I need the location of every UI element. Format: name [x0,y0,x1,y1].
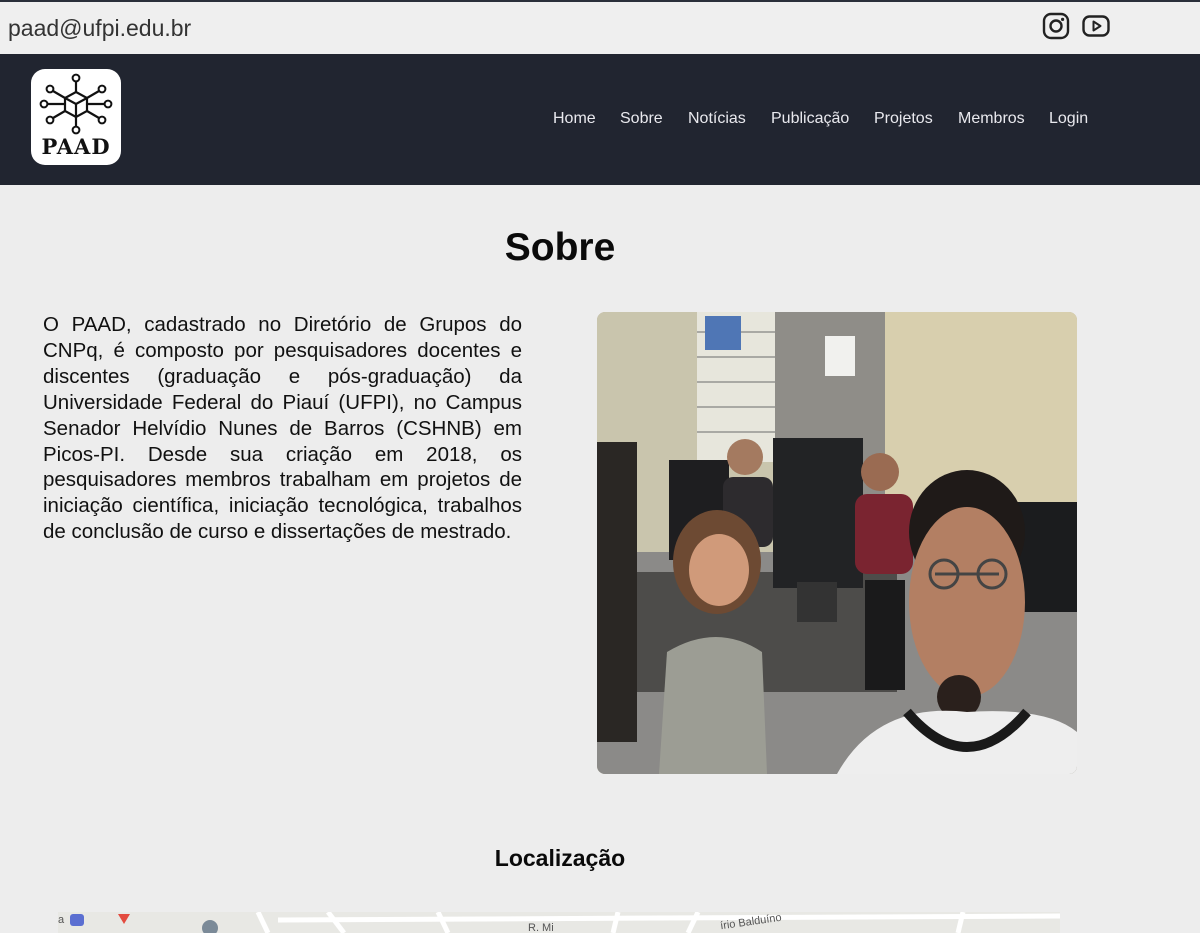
main-navbar: PAAD Home Sobre Notícias Publicação Proj… [0,54,1200,185]
youtube-icon[interactable] [1082,12,1110,40]
nav-publicacao[interactable]: Publicação [771,110,849,128]
group-photo [597,312,1077,774]
nav-membros[interactable]: Membros [958,110,1025,128]
logo-text: PAAD [41,134,111,159]
about-paragraph: O PAAD, cadastrado no Diretório de Grupo… [43,313,522,544]
contact-email[interactable]: paad@ufpi.edu.br [8,15,191,42]
map-label: R. Mi [528,922,554,933]
nav-home[interactable]: Home [553,110,596,128]
nav-sobre[interactable]: Sobre [620,110,663,128]
instagram-icon[interactable] [1042,12,1070,40]
top-bar: paad@ufpi.edu.br [0,2,1200,54]
location-title: Localização [494,845,626,871]
page-title: Sobre [504,226,616,269]
nav-login[interactable]: Login [1049,110,1088,128]
nav-noticias[interactable]: Notícias [688,110,746,128]
map-label: a [58,914,65,926]
location-map[interactable]: a R. Mi írio Balduíno [58,912,1060,933]
main-nav: Home Sobre Notícias Publicação Projetos … [0,110,1200,134]
nav-projetos[interactable]: Projetos [874,110,933,128]
